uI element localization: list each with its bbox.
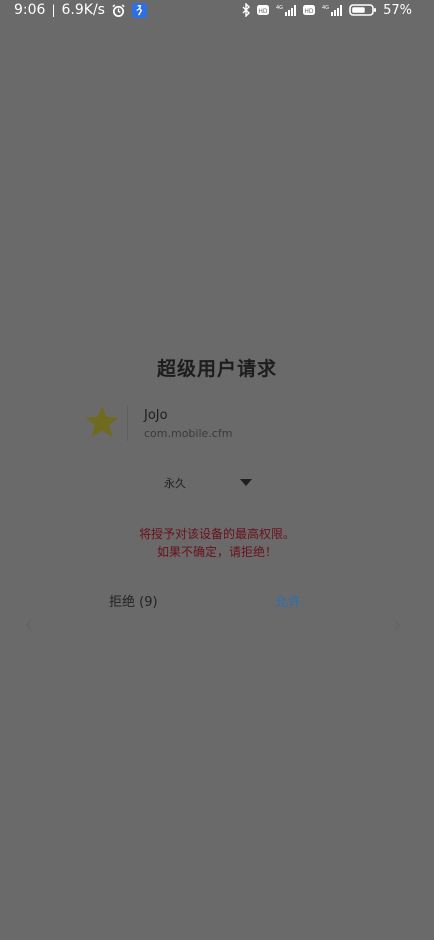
chevron-left-icon	[26, 619, 32, 631]
app-package: com.mobile.cfm	[144, 427, 233, 440]
dialog-buttons: 拒绝 (9) 允许	[0, 591, 434, 613]
chevron-right-icon	[394, 619, 400, 631]
deny-button[interactable]: 拒绝 (9)	[109, 591, 158, 610]
duration-selected: 永久	[164, 477, 186, 490]
app-info: JoJo com.mobile.cfm	[84, 402, 364, 450]
warning-line-2: 如果不确定，请拒绝！	[156, 545, 277, 559]
warning-message: 将授予对该设备的最高权限。 如果不确定，请拒绝！	[0, 525, 434, 561]
app-divider	[127, 405, 128, 441]
duration-dropdown[interactable]: 永久	[164, 472, 252, 494]
chevron-down-icon	[240, 479, 252, 487]
superuser-request-dialog: 超级用户请求 JoJo com.mobile.cfm 永久 将授予对该设备的最高…	[0, 0, 434, 940]
allow-button[interactable]: 允许	[275, 591, 301, 610]
app-name: JoJo	[144, 408, 168, 423]
warning-line-1: 将授予对该设备的最高权限。	[138, 527, 295, 541]
star-icon	[85, 406, 119, 437]
dialog-title: 超级用户请求	[156, 358, 277, 380]
